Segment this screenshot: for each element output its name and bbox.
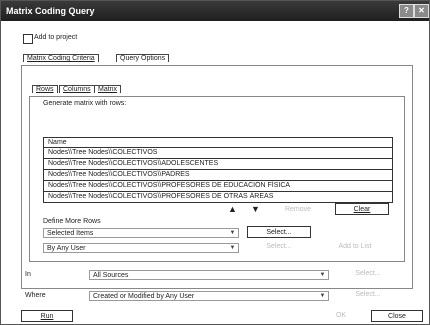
tab-columns[interactable]: Columns — [59, 85, 95, 93]
move-up-icon[interactable]: ▲ — [228, 204, 237, 214]
add-to-list-button[interactable]: Add to List — [321, 241, 389, 253]
move-down-icon[interactable]: ▼ — [251, 204, 260, 214]
select-button[interactable]: Select... — [247, 226, 311, 238]
dropdown-value: By Any User — [47, 245, 86, 252]
define-more-rows-label: Define More Rows — [43, 218, 101, 225]
tab-label: Columns — [63, 86, 91, 93]
tab-matrix-coding-criteria[interactable]: Matrix Coding Criteria — [23, 54, 99, 62]
chevron-down-icon: ▼ — [229, 245, 236, 251]
grid-header: Name — [44, 138, 392, 148]
dropdown-value: Created or Modified by Any User — [93, 293, 195, 300]
table-row[interactable]: Nodes\\Tree Nodes\\COLECTIVOS\\PROFESORE… — [44, 181, 392, 192]
tab-label: Matrix — [98, 86, 118, 93]
tab-query-options[interactable]: Query Options — [116, 54, 170, 62]
title-bar: Matrix Coding Query ? ✕ — [1, 1, 429, 21]
clear-button[interactable]: Clear — [335, 203, 389, 215]
add-to-project-label: Add to project — [34, 34, 78, 41]
chevron-down-icon: ▼ — [319, 272, 326, 278]
dropdown-value: All Sources — [93, 272, 129, 279]
clear-label: Clear — [353, 206, 371, 213]
tab-rows[interactable]: Rows — [32, 85, 58, 93]
where-select-button[interactable]: Select... — [344, 289, 392, 301]
matrix-coding-query-window: Matrix Coding Query ? ✕ Add to project M… — [0, 0, 430, 325]
ok-button[interactable]: OK — [319, 310, 363, 322]
selected-items-dropdown[interactable]: Selected Items ▼ — [43, 228, 239, 238]
chevron-down-icon: ▼ — [319, 293, 326, 299]
run-button[interactable]: Run — [21, 310, 73, 322]
tab-label: Rows — [36, 86, 54, 93]
run-label: Run — [40, 313, 54, 320]
table-row[interactable]: Nodes\\Tree Nodes\\COLECTIVOS\\PADRES — [44, 170, 392, 181]
in-sources-dropdown[interactable]: All Sources ▼ — [89, 270, 329, 280]
user-select-button[interactable]: Select... — [247, 241, 311, 253]
tab-matrix[interactable]: Matrix — [94, 85, 122, 93]
chevron-down-icon: ▼ — [229, 230, 236, 236]
table-row[interactable]: Nodes\\Tree Nodes\\COLECTIVOS — [44, 148, 392, 159]
table-row[interactable]: Nodes\\Tree Nodes\\COLECTIVOS\\PROFESORE… — [44, 192, 392, 202]
help-icon[interactable]: ? — [399, 4, 414, 18]
rows-grid: Name Nodes\\Tree Nodes\\COLECTIVOS Nodes… — [43, 137, 393, 203]
where-label: Where — [25, 292, 46, 299]
where-dropdown[interactable]: Created or Modified by Any User ▼ — [89, 291, 329, 301]
in-select-button[interactable]: Select... — [344, 268, 392, 280]
dropdown-value: Selected Items — [47, 230, 94, 237]
remove-button[interactable]: Remove — [271, 204, 325, 216]
tab-label: Query Options — [120, 55, 166, 62]
window-title: Matrix Coding Query — [6, 6, 95, 16]
tab-label: Matrix Coding Criteria — [27, 55, 95, 62]
table-row[interactable]: Nodes\\Tree Nodes\\COLECTIVOS\\ADOLESCEN… — [44, 159, 392, 170]
in-label: In — [25, 271, 31, 278]
generate-rows-label: Generate matrix with rows: — [43, 100, 127, 107]
close-button[interactable]: Close — [371, 310, 423, 322]
by-user-dropdown[interactable]: By Any User ▼ — [43, 243, 239, 253]
close-window-icon[interactable]: ✕ — [414, 4, 429, 18]
add-to-project-checkbox[interactable] — [23, 34, 33, 44]
